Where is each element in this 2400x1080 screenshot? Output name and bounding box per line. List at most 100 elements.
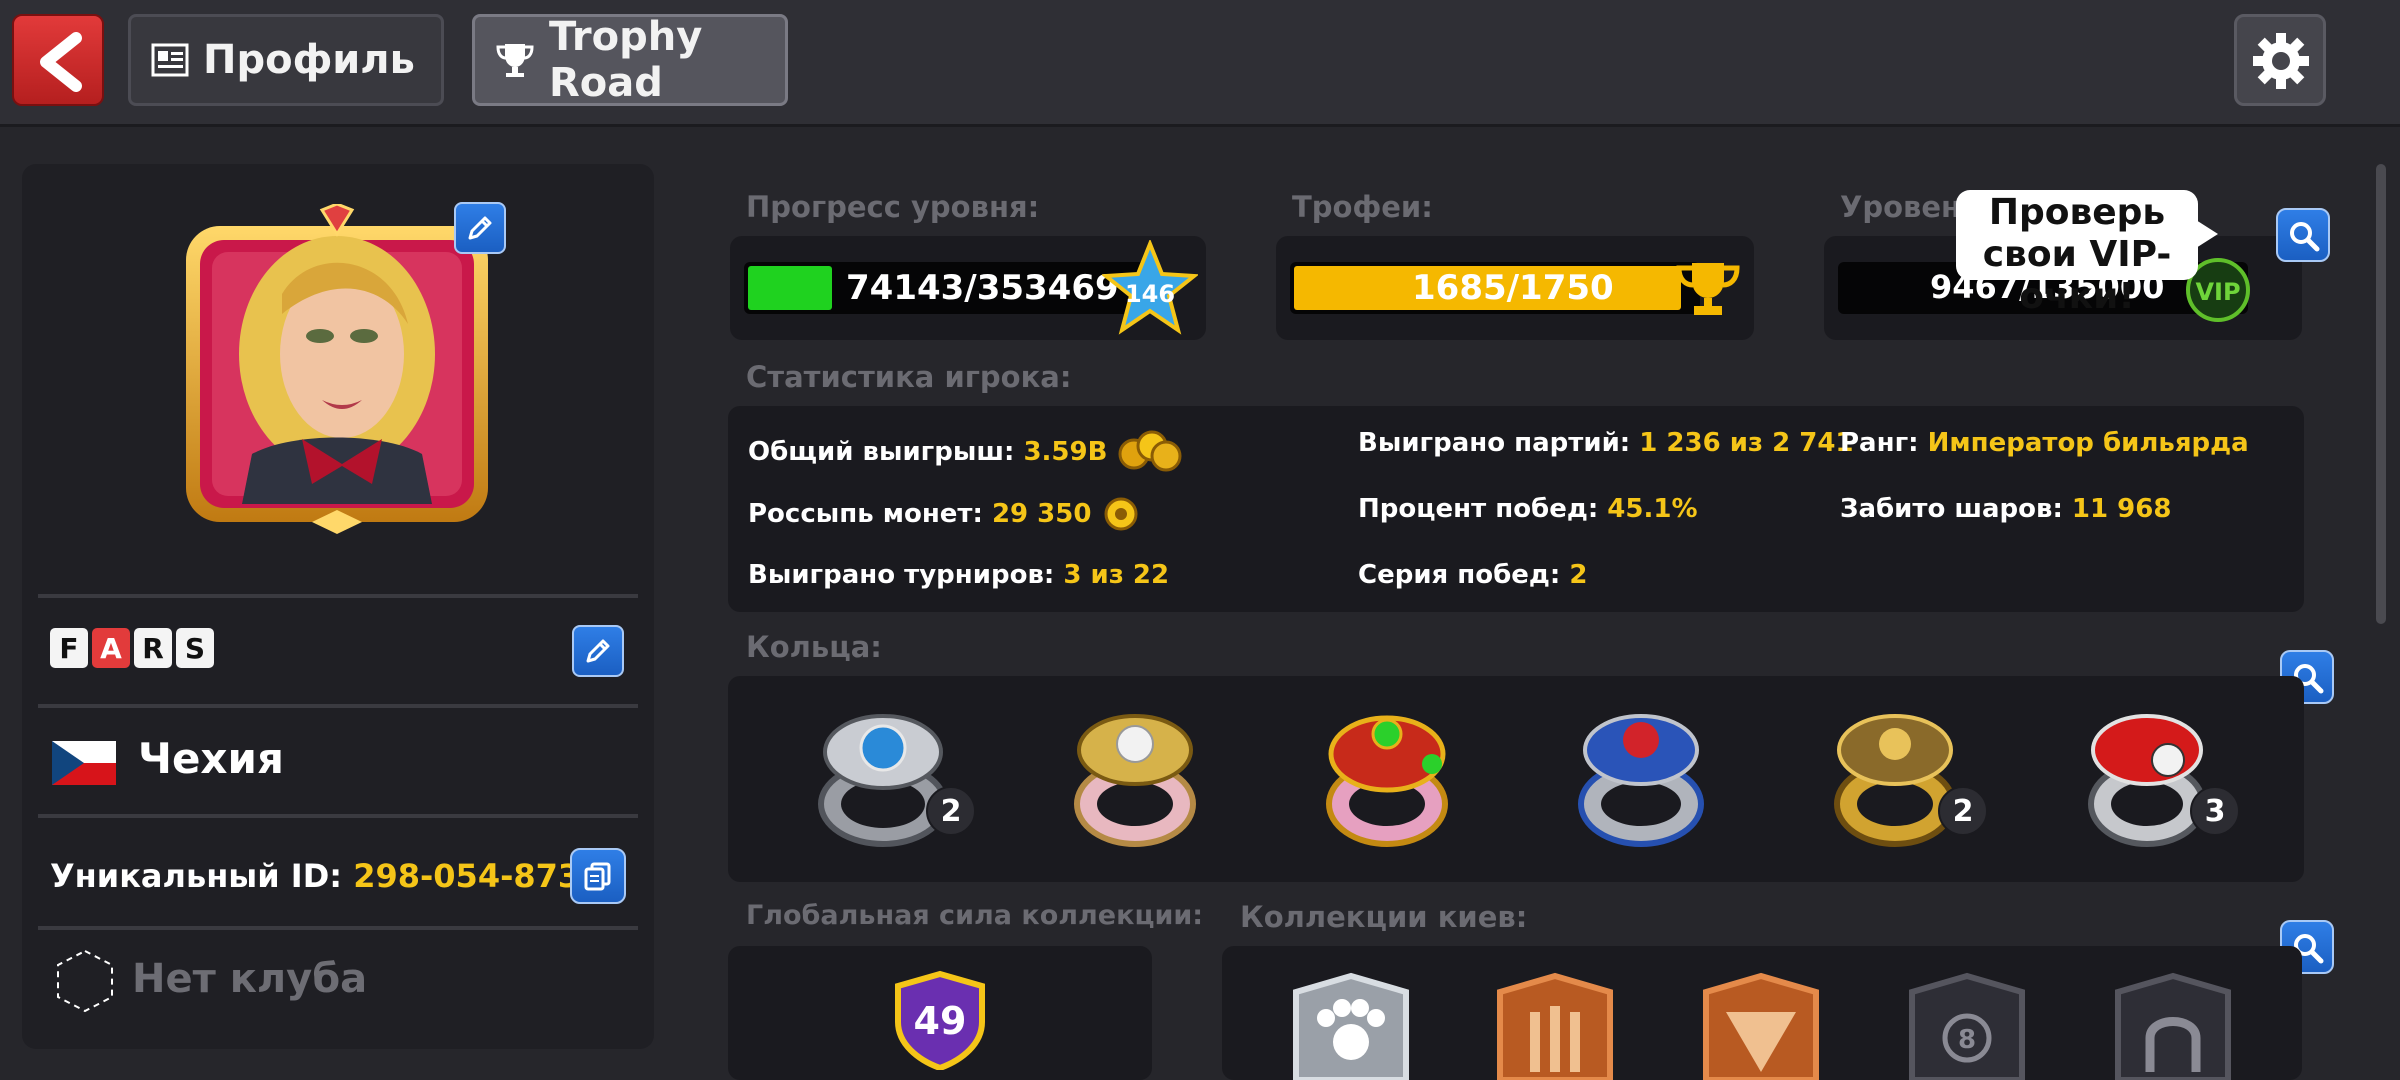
trophies-box: 1685/1750 <box>1276 236 1754 340</box>
paw-collection-icon[interactable] <box>1276 972 1426 1080</box>
avatar[interactable] <box>172 202 502 534</box>
eight-ball-collection-icon[interactable]: 8 <box>1892 972 2042 1080</box>
level-number: 146 <box>1125 280 1175 308</box>
win-rate-value: 45.1% <box>1607 494 1698 524</box>
gold-trophy-icon <box>1676 263 1740 315</box>
vip-label: Уровен <box>1840 190 1962 224</box>
tab-profile-label: Профиль <box>203 37 415 83</box>
collection-power-label: Глобальная сила коллекции: <box>746 900 1204 931</box>
player-stats-label: Статистика игрока: <box>746 360 1072 394</box>
legend-ring[interactable] <box>1312 704 1462 854</box>
balls-potted-label: Забито шаров: <box>1840 494 2063 524</box>
championship-ring[interactable] <box>1820 704 1970 854</box>
edit-avatar-button[interactable] <box>454 202 506 254</box>
pencil-icon <box>468 216 492 240</box>
diamond-ring[interactable] <box>1060 704 1210 854</box>
collection-power-shield-icon: 49 <box>895 970 985 1070</box>
divider <box>38 704 638 708</box>
rank-value: Император бильярда <box>1927 428 2249 458</box>
toronto-ring-icon <box>1578 714 1704 847</box>
rank: Ранг: Император бильярда <box>1840 428 2249 458</box>
copy-id-button[interactable] <box>570 848 626 904</box>
vip-search-button[interactable] <box>2276 208 2330 262</box>
games-won-value: 1 236 из 2 741 <box>1639 428 1854 458</box>
profile-card-icon <box>151 43 189 77</box>
legend-ring-icon <box>1326 715 1448 847</box>
ring-count-badge: 2 <box>926 786 976 836</box>
total-winnings-label: Общий выигрыш: <box>748 437 1015 467</box>
divider <box>38 814 638 818</box>
level-star-icon: 146 <box>1102 240 1198 335</box>
coin-scatter-value: 29 350 <box>991 499 1092 529</box>
copy-icon <box>584 862 611 891</box>
level-progress-value: 74143/353469 <box>846 268 1119 308</box>
level-progress-fill <box>748 266 832 310</box>
edit-letters-button[interactable] <box>572 625 624 677</box>
search-icon <box>2290 222 2320 252</box>
tab-profile[interactable]: Профиль <box>128 14 444 106</box>
scrollbar[interactable] <box>2376 164 2386 624</box>
czech-flag-icon <box>52 741 116 785</box>
toronto-ring[interactable] <box>1566 704 1716 854</box>
master-ring-icon <box>818 714 948 847</box>
team-letter: R <box>134 628 172 668</box>
win-streak: Серия побед: 2 <box>1358 560 1587 590</box>
trophy-icon <box>496 44 534 77</box>
settings-button[interactable] <box>2234 14 2326 106</box>
ring-count-badge: 3 <box>2190 786 2240 836</box>
level-progress-label: Прогресс уровня: <box>746 190 1040 224</box>
country-name: Чехия <box>138 734 284 783</box>
pencil-icon <box>586 639 610 663</box>
coins-stack-icon <box>1118 430 1182 472</box>
win-streak-label: Серия побед: <box>1358 560 1561 590</box>
trophies-value: 1685/1750 <box>1412 268 1614 308</box>
team-letter: F <box>50 628 88 668</box>
team-letter: A <box>92 628 130 668</box>
tab-trophy-road-label: Trophy Road <box>549 14 703 106</box>
back-arrow-icon <box>40 32 82 92</box>
tournaments-won-value: 3 из 22 <box>1063 560 1170 590</box>
vip-tooltip[interactable]: Проверь свои VIP-очки! <box>1956 190 2218 317</box>
tournaments-won-label: Выиграно турниров: <box>748 560 1055 590</box>
total-winnings: Общий выигрыш: 3.59B <box>748 428 1184 472</box>
team-letters: F A R S <box>50 628 214 668</box>
club-name[interactable]: Нет клуба <box>132 956 367 1002</box>
cue-collections-label: Коллекции киев: <box>1240 900 1528 934</box>
cue-collections-box: 8 <box>1222 946 2302 1080</box>
games-won: Выиграно партий: 1 236 из 2 741 <box>1358 428 1854 458</box>
vip-badge-text: VIP <box>2195 278 2240 306</box>
rings-box: 2 2 3 <box>728 676 2304 882</box>
unique-id-label: Уникальный ID: <box>50 857 343 895</box>
gear-icon <box>2253 33 2309 89</box>
back-button[interactable] <box>12 14 104 106</box>
team-letter: S <box>176 628 214 668</box>
rank-label: Ранг: <box>1840 428 1919 458</box>
las-vegas-ring[interactable] <box>2072 704 2222 854</box>
championship-ring-icon <box>1834 714 1956 847</box>
collection-power-value: 49 <box>914 999 967 1043</box>
horseshoe-collection-icon[interactable] <box>2098 972 2248 1080</box>
svg-text:8: 8 <box>1958 1025 1976 1055</box>
rack-collection-icon[interactable] <box>1686 972 1836 1080</box>
win-streak-value: 2 <box>1569 560 1588 590</box>
master-ring[interactable] <box>808 704 958 854</box>
tournaments-won: Выиграно турниров: 3 из 22 <box>748 560 1169 590</box>
win-rate: Процент побед: 45.1% <box>1358 494 1698 524</box>
top-bar: Профиль Trophy Road <box>0 0 2400 127</box>
profile-panel: F A R S Чехия Уникальный ID: 298-054-873… <box>22 164 654 1049</box>
divider <box>38 594 638 598</box>
ring-count-badge: 2 <box>1938 786 1988 836</box>
diamond-ring-icon <box>1074 714 1196 847</box>
total-winnings-value: 3.59B <box>1023 437 1108 467</box>
cues-collection-icon[interactable] <box>1480 972 1630 1080</box>
trophies-label: Трофеи: <box>1292 190 1433 224</box>
tab-trophy-road[interactable]: Trophy Road <box>472 14 788 106</box>
collection-power-box: 49 <box>728 946 1152 1080</box>
coin-scatter: Россыпь монет: 29 350 <box>748 494 1141 534</box>
unique-id: Уникальный ID: 298-054-873-4 <box>50 857 616 895</box>
rings-label: Кольца: <box>746 630 882 664</box>
win-rate-label: Процент побед: <box>1358 494 1599 524</box>
coin-scatter-label: Россыпь монет: <box>748 499 983 529</box>
coin-icon <box>1104 497 1138 531</box>
balls-potted-value: 11 968 <box>2071 494 2172 524</box>
